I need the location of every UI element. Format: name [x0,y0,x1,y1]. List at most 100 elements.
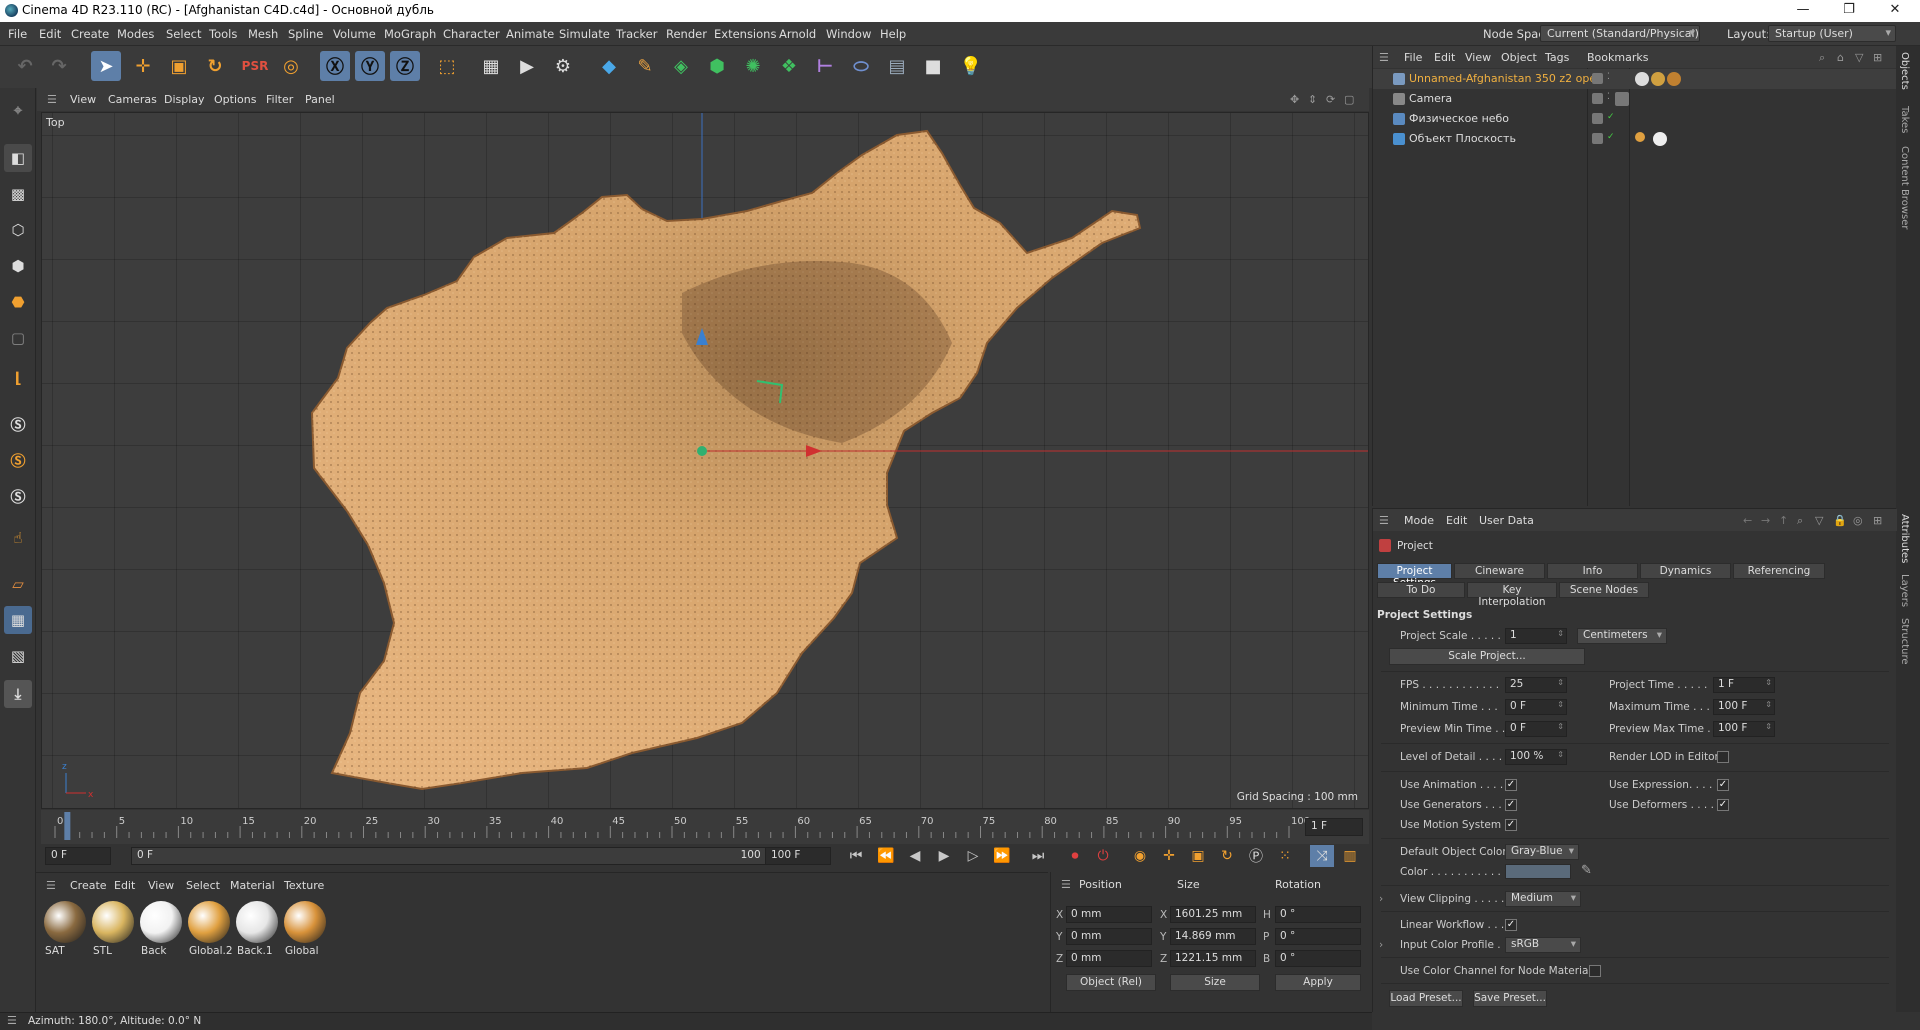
attr-menu-edit[interactable]: Edit [1446,514,1467,527]
menu-file[interactable]: File [8,27,27,41]
material-tag-icon[interactable] [1667,72,1681,86]
object-row[interactable]: Unnamed-Afghanistan 350 z2 open ⁚ [1373,69,1897,89]
key-pla-icon[interactable]: ⁙ [1273,845,1297,867]
pen-spline-icon[interactable]: ✎ [630,51,660,81]
axis-mode-icon[interactable]: ⌊ [4,364,32,392]
mograph-icon[interactable]: ❖ [774,51,804,81]
object-menu-bookmarks[interactable]: Bookmarks [1587,51,1648,64]
render-tag-icon[interactable] [1635,132,1645,142]
viewport-menu-options[interactable]: Options [214,93,256,106]
menu-help[interactable]: Help [880,27,906,41]
tab-key-interpolation[interactable]: Key Interpolation [1467,582,1557,608]
tab-objects[interactable]: Objects [1899,52,1910,90]
tab-cineware[interactable]: Cineware [1454,563,1545,579]
attr-menu-user-data[interactable]: User Data [1479,514,1534,527]
preview-min-field[interactable]: 0 F [1505,721,1567,737]
maximize-icon[interactable]: ❐ [1826,2,1872,20]
tab-to-do[interactable]: To Do [1377,582,1465,598]
object-row[interactable]: Объект Плоскость ✓ [1373,129,1897,149]
tab-project-settings[interactable]: Project Settings [1377,563,1452,589]
tab-dynamics[interactable]: Dynamics [1640,563,1731,579]
workplane-icon[interactable]: ▱ [4,570,32,598]
size-mode-dropdown[interactable]: Size [1170,974,1260,991]
use-generators-checkbox[interactable]: ✓ [1505,799,1517,811]
linear-workflow-checkbox[interactable]: ✓ [1505,919,1517,931]
menu-character[interactable]: Character [443,27,500,41]
y-axis-lock-icon[interactable]: Ⓨ [355,51,385,81]
attr-up-icon[interactable]: ↑ [1779,514,1788,527]
render-view-icon[interactable]: ▶ [512,51,542,81]
object-menu-tags[interactable]: Tags [1545,51,1569,64]
project-scale-unit-dropdown[interactable]: Centimeters [1577,628,1667,644]
minimize-icon[interactable]: — [1780,2,1826,20]
color-picker-icon[interactable]: ✎ [1581,863,1592,878]
workplane-snap-icon[interactable]: Ⓢ [4,482,32,510]
key-rotation-icon[interactable]: ↻ [1215,845,1239,867]
use-animation-checkbox[interactable]: ✓ [1505,779,1517,791]
viewport-top[interactable]: Top z x Grid Spacing : 100 mm [41,112,1369,809]
use-deformers-checkbox[interactable]: ✓ [1717,799,1729,811]
attr-back-icon[interactable]: ← [1743,514,1752,527]
material-swatch[interactable]: Global.2 [186,899,233,959]
view-clipping-dropdown[interactable]: Medium [1505,891,1581,907]
attr-settings-icon[interactable]: ◎ [1853,514,1863,527]
material-tag-icon[interactable] [1651,72,1665,86]
menu-animate[interactable]: Animate [506,27,554,41]
status-menu-icon[interactable]: ☰ [7,1014,17,1027]
move-icon[interactable]: ✛ [128,51,158,81]
object-new-panel-icon[interactable]: ⊞ [1873,51,1882,64]
object-search-icon[interactable]: ⌕ [1819,51,1825,65]
tweak-icon[interactable]: ☝ [4,524,32,552]
subdivision-icon[interactable]: ◈ [666,51,696,81]
load-preset-button[interactable]: Load Preset... [1389,990,1463,1007]
cloner-icon[interactable]: ✺ [738,51,768,81]
max-time-field[interactable]: 100 F [1713,699,1775,715]
current-frame-field[interactable]: 1 F [1305,818,1363,836]
menu-spline[interactable]: Spline [288,27,323,41]
object-row[interactable]: Camera ⁚ [1373,89,1897,109]
material-tag-icon[interactable] [1635,72,1649,86]
coordinate-system-icon[interactable]: ⬚ [432,51,462,81]
visibility-toggle-icon[interactable]: ✓ [1607,112,1615,122]
previous-frame-icon[interactable]: ◀ [903,845,927,867]
preview-range-slider[interactable]: 0 F 100 F [131,847,791,865]
play-icon[interactable]: ▶ [932,845,956,867]
tab-attributes[interactable]: Attributes [1899,514,1910,563]
material-swatch[interactable]: SAT [42,899,88,959]
input-profile-dropdown[interactable]: sRGB [1505,937,1581,953]
menu-window[interactable]: Window [826,27,871,41]
coord-panel-menu-icon[interactable]: ☰ [1061,878,1071,891]
select-arrow-icon[interactable]: ➤ [91,51,121,81]
object-menu-file[interactable]: File [1404,51,1422,64]
material-menu-material[interactable]: Material [230,879,275,892]
coord-mode-dropdown[interactable]: Object (Rel) [1066,974,1156,991]
redo-icon[interactable]: ↷ [44,51,74,81]
apply-button[interactable]: Apply [1275,974,1361,991]
object-row[interactable]: Физическое небо ✓ [1373,109,1897,129]
light-icon[interactable]: 💡 [956,51,986,81]
layer-toggle-icon[interactable] [1592,133,1603,144]
size-z-field[interactable]: 1221.15 mm [1170,950,1256,967]
attr-search-icon[interactable]: ⌕ [1797,514,1803,528]
key-scale-icon[interactable]: ▣ [1186,845,1210,867]
attr-lock-icon[interactable]: 🔒 [1833,514,1847,527]
viewport-zoom-icon[interactable]: ⇕ [1308,93,1317,106]
snap-settings-icon[interactable]: Ⓢ [4,446,32,474]
viewport-rotate-icon[interactable]: ⟳ [1326,93,1335,106]
viewport-menu-panel[interactable]: Panel [305,93,335,106]
visibility-toggle-icon[interactable]: ⁚ [1607,72,1610,82]
menu-create[interactable]: Create [71,27,109,41]
material-swatch[interactable]: Back [138,899,184,959]
project-time-field[interactable]: 1 F [1713,677,1775,693]
menu-mesh[interactable]: Mesh [248,27,278,41]
extrude-icon[interactable]: ⬢ [702,51,732,81]
attr-filter-icon[interactable]: ▽ [1815,514,1823,527]
default-color-dropdown[interactable]: Gray-Blue [1505,844,1579,860]
keyframe-selection-icon[interactable]: ◉ [1128,845,1152,867]
live-selection-icon[interactable]: ◎ [276,51,306,81]
attribute-panel-menu-icon[interactable]: ☰ [1379,514,1389,527]
tab-takes[interactable]: Takes [1899,106,1910,133]
make-editable-icon[interactable]: ⌖ [4,96,32,124]
layer-toggle-icon[interactable] [1592,93,1603,104]
node-space-dropdown[interactable]: Current (Standard/Physical) [1540,25,1700,42]
